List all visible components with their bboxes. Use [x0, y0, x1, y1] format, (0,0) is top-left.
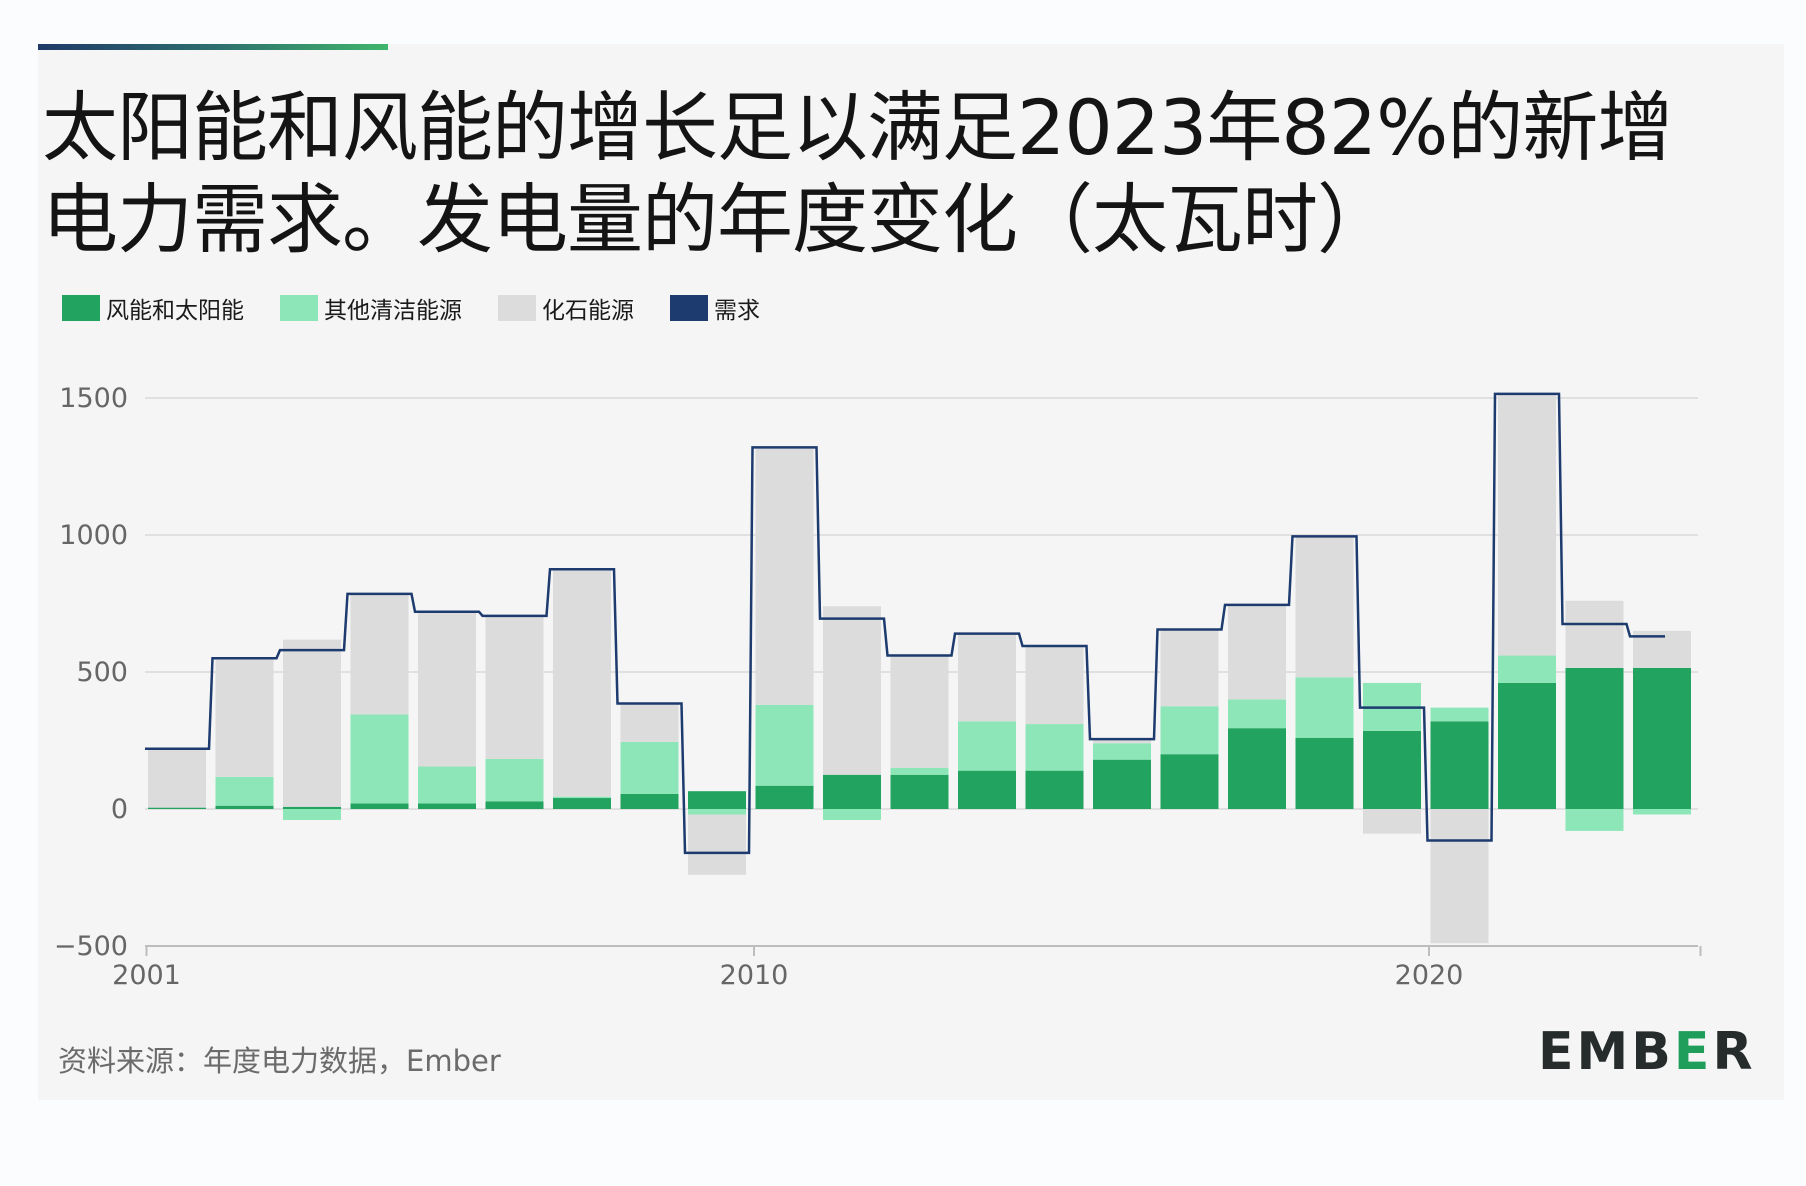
bar-segment — [1295, 737, 1354, 809]
chart-plot: −500 0 500 1000 1500 2001 2010 2020 — [54, 383, 1702, 991]
x-tick-label: 2020 — [1395, 960, 1464, 991]
bar-segment — [1160, 706, 1219, 755]
bar-segment — [890, 767, 949, 775]
bar-segment — [1565, 667, 1624, 809]
bar-segment — [958, 770, 1016, 809]
bar-segment — [823, 606, 881, 775]
bar-segment — [1498, 392, 1556, 656]
bar-segment — [1025, 645, 1084, 725]
bar-segment — [890, 774, 949, 809]
bar-segment — [1363, 809, 1421, 834]
bar-segment — [620, 793, 679, 809]
y-tick-label: −500 — [54, 931, 128, 962]
bar-segment — [1430, 721, 1489, 809]
bar-segment — [553, 798, 611, 809]
bar-segment — [553, 569, 611, 797]
source-note: 资料来源：年度电力数据，Ember — [58, 1044, 501, 1078]
bar-segment — [1565, 809, 1624, 831]
bar-segment — [148, 807, 206, 809]
bar-segment — [215, 657, 274, 777]
bar-segment — [1228, 728, 1286, 809]
bar-segment — [148, 748, 206, 808]
bar-segment — [1093, 743, 1151, 760]
bar-segment — [350, 593, 409, 715]
bar-segment — [1160, 629, 1219, 707]
bar-segment — [1633, 809, 1691, 815]
bar-segment — [688, 791, 746, 809]
bar-segment — [418, 611, 476, 767]
bar-segment — [688, 809, 746, 815]
bar-segment — [1430, 809, 1489, 944]
bar-segment — [350, 803, 409, 809]
bar-segment — [1228, 604, 1286, 700]
bar-segment — [1633, 667, 1691, 809]
ember-logo: EMBER — [1538, 1022, 1756, 1082]
bar-segment — [1498, 655, 1556, 683]
bar-segment — [418, 766, 476, 804]
bar-segment — [283, 806, 341, 809]
bar-segment — [620, 741, 679, 794]
bar-segment — [755, 704, 814, 786]
bar-segment — [1025, 724, 1084, 771]
x-tick-label: 2001 — [112, 960, 181, 991]
bar-segment — [1093, 759, 1151, 809]
bar-segment — [553, 796, 611, 799]
bar-segment — [283, 809, 341, 820]
bar-segment — [1228, 699, 1286, 729]
bar-segment — [1565, 600, 1624, 668]
bar-segment — [1430, 707, 1489, 722]
y-tick-label: 1000 — [59, 520, 128, 551]
bar-segment — [823, 774, 881, 809]
bar-segment — [1295, 535, 1354, 678]
y-tick-label: 1500 — [59, 383, 128, 414]
bar-segment — [1160, 754, 1219, 809]
bar-segment — [1498, 682, 1556, 809]
bar-segment — [890, 654, 949, 768]
bar-segment — [215, 776, 274, 806]
y-tick-label: 0 — [111, 794, 128, 825]
bar-segment — [688, 814, 746, 875]
bar-segment — [958, 721, 1016, 771]
bars-group — [148, 392, 1691, 944]
x-tick-label: 2010 — [720, 960, 789, 991]
bar-segment — [350, 714, 409, 804]
bar-segment — [755, 447, 814, 705]
bar-segment — [958, 633, 1016, 722]
bar-segment — [755, 785, 814, 809]
bar-segment — [1295, 677, 1354, 738]
bar-segment — [620, 703, 679, 742]
bar-segment — [485, 758, 544, 802]
bar-segment — [1363, 730, 1421, 809]
bar-segment — [485, 801, 544, 809]
bar-segment — [1025, 770, 1084, 809]
y-tick-label: 500 — [76, 657, 128, 688]
bar-segment — [215, 805, 274, 809]
bar-segment — [823, 809, 881, 820]
bar-segment — [283, 639, 341, 807]
bar-segment — [485, 616, 544, 759]
bar-segment — [418, 803, 476, 809]
